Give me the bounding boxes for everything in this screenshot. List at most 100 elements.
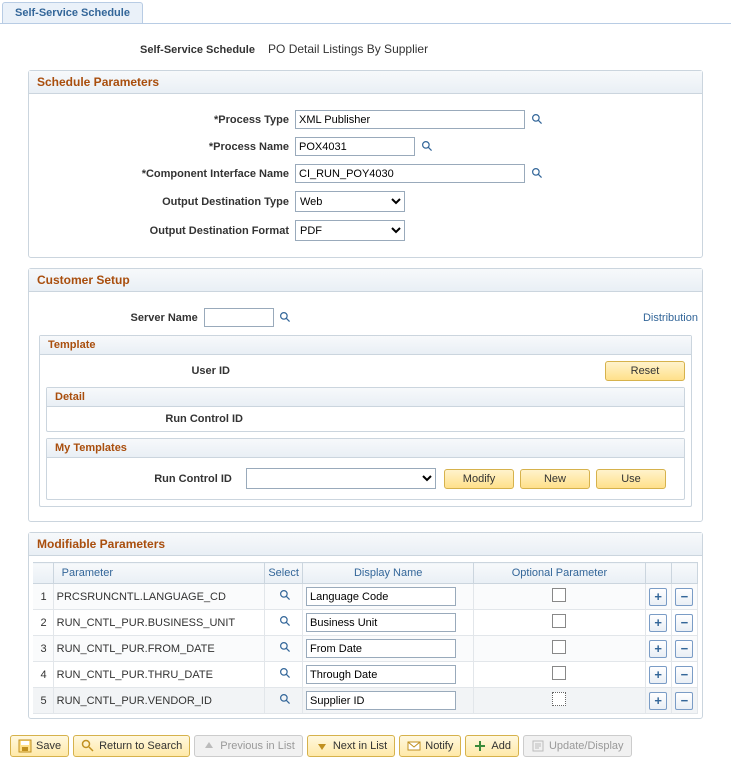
distribution-link[interactable]: Distribution — [643, 312, 698, 324]
lookup-icon[interactable] — [419, 139, 435, 155]
arrow-down-icon — [315, 739, 329, 753]
customer-setup-group: Customer Setup Server Name Distribution … — [28, 268, 703, 522]
optional-checkbox[interactable] — [552, 588, 566, 602]
ci-name-label: *Component Interface Name — [33, 168, 295, 180]
process-name-input[interactable] — [295, 137, 415, 156]
lookup-icon[interactable] — [278, 614, 294, 630]
display-name-input[interactable] — [306, 613, 456, 632]
display-name-input[interactable] — [306, 639, 456, 658]
detail-group: Detail Run Control ID — [46, 387, 685, 432]
schedule-parameters-group: Schedule Parameters *Process Type *Proce… — [28, 70, 703, 258]
table-row: 3RUN_CNTL_PUR.FROM_DATE+− — [33, 636, 698, 662]
table-row: 4RUN_CNTL_PUR.THRU_DATE +− — [33, 662, 698, 688]
col-display: Display Name — [303, 563, 474, 584]
bottom-toolbar: Save Return to Search Previous in List N… — [0, 729, 731, 763]
page-title-value: PO Detail Listings By Supplier — [268, 42, 428, 56]
my-templates-group: My Templates Run Control ID Modify New U… — [46, 438, 685, 500]
mytpl-run-control-label: Run Control ID — [57, 473, 238, 485]
previous-in-list-button: Previous in List — [194, 735, 303, 757]
process-name-label: *Process Name — [33, 141, 295, 153]
modifiable-parameters-group: Modifiable Parameters Parameter Select D… — [28, 532, 703, 719]
process-type-input[interactable] — [295, 110, 525, 129]
parameter-cell: RUN_CNTL_PUR.VENDOR_ID — [53, 688, 265, 714]
add-row-button[interactable]: + — [649, 640, 667, 658]
notify-icon — [407, 739, 421, 753]
my-templates-title: My Templates — [47, 439, 684, 458]
mytpl-run-control-select[interactable] — [246, 468, 436, 489]
row-number: 5 — [33, 688, 53, 714]
return-to-search-button[interactable]: Return to Search — [73, 735, 190, 757]
delete-row-button[interactable]: − — [675, 614, 693, 632]
save-button[interactable]: Save — [10, 735, 69, 757]
reset-button[interactable]: Reset — [605, 361, 685, 381]
tab-strip: Self-Service Schedule — [0, 0, 731, 24]
col-parameter: Parameter — [53, 563, 265, 584]
add-button[interactable]: Add — [465, 735, 519, 757]
modifiable-parameters-title: Modifiable Parameters — [29, 533, 702, 556]
add-row-button[interactable]: + — [649, 666, 667, 684]
optional-checkbox[interactable] — [552, 666, 566, 680]
table-row: 2RUN_CNTL_PUR.BUSINESS_UNIT +− — [33, 610, 698, 636]
delete-row-button[interactable]: − — [675, 640, 693, 658]
optional-checkbox[interactable] — [552, 614, 566, 628]
add-row-button[interactable]: + — [649, 614, 667, 632]
ci-name-input[interactable] — [295, 164, 525, 183]
lookup-icon[interactable] — [278, 588, 294, 604]
lookup-icon[interactable] — [278, 666, 294, 682]
schedule-parameters-title: Schedule Parameters — [29, 71, 702, 94]
lookup-icon[interactable] — [278, 692, 294, 708]
next-in-list-button[interactable]: Next in List — [307, 735, 395, 757]
add-icon — [473, 739, 487, 753]
col-select: Select — [265, 563, 303, 584]
display-name-input[interactable] — [306, 665, 456, 684]
dest-type-label: Output Destination Type — [33, 196, 295, 208]
delete-row-button[interactable]: − — [675, 588, 693, 606]
page-title-label: Self-Service Schedule — [140, 44, 255, 56]
server-name-label: Server Name — [33, 312, 204, 324]
display-name-input[interactable] — [306, 587, 456, 606]
delete-row-button[interactable]: − — [675, 666, 693, 684]
parameter-cell: PRCSRUNCNTL.LANGUAGE_CD — [53, 584, 265, 610]
lookup-icon[interactable] — [278, 310, 293, 326]
parameter-cell: RUN_CNTL_PUR.THRU_DATE — [53, 662, 265, 688]
dest-format-select[interactable]: PDF — [295, 220, 405, 241]
dest-type-select[interactable]: Web — [295, 191, 405, 212]
optional-checkbox[interactable] — [552, 692, 566, 706]
add-row-button[interactable]: + — [649, 588, 667, 606]
modify-button[interactable]: Modify — [444, 469, 514, 489]
lookup-icon[interactable] — [529, 112, 545, 128]
table-row: 5RUN_CNTL_PUR.VENDOR_ID +− — [33, 688, 698, 714]
display-name-input[interactable] — [306, 691, 456, 710]
tab-self-service-schedule[interactable]: Self-Service Schedule — [2, 2, 143, 23]
save-icon — [18, 739, 32, 753]
optional-checkbox[interactable] — [552, 640, 566, 654]
search-icon — [81, 739, 95, 753]
detail-title: Detail — [47, 388, 684, 407]
customer-setup-title: Customer Setup — [29, 269, 702, 292]
dest-format-label: Output Destination Format — [33, 225, 295, 237]
delete-row-button[interactable]: − — [675, 692, 693, 710]
lookup-icon[interactable] — [529, 166, 545, 182]
update-display-button: Update/Display — [523, 735, 632, 757]
new-button[interactable]: New — [520, 469, 590, 489]
row-number: 3 — [33, 636, 53, 662]
parameter-cell: RUN_CNTL_PUR.BUSINESS_UNIT — [53, 610, 265, 636]
use-button[interactable]: Use — [596, 469, 666, 489]
table-row: 1PRCSRUNCNTL.LANGUAGE_CD +− — [33, 584, 698, 610]
page-header: Self-Service Schedule PO Detail Listings… — [140, 42, 731, 56]
arrow-up-icon — [202, 739, 216, 753]
row-number: 1 — [33, 584, 53, 610]
server-name-input[interactable] — [204, 308, 274, 327]
parameters-table: Parameter Select Display Name Optional P… — [33, 562, 698, 714]
detail-run-control-label: Run Control ID — [53, 413, 243, 425]
row-number: 2 — [33, 610, 53, 636]
row-number: 4 — [33, 662, 53, 688]
template-title: Template — [40, 336, 691, 355]
col-optional: Optional Parameter — [474, 563, 645, 584]
lookup-icon[interactable] — [278, 640, 294, 656]
add-row-button[interactable]: + — [649, 692, 667, 710]
update-icon — [531, 739, 545, 753]
notify-button[interactable]: Notify — [399, 735, 461, 757]
template-group: Template User ID Reset Detail Run Contro… — [39, 335, 692, 507]
user-id-label: User ID — [46, 365, 236, 377]
